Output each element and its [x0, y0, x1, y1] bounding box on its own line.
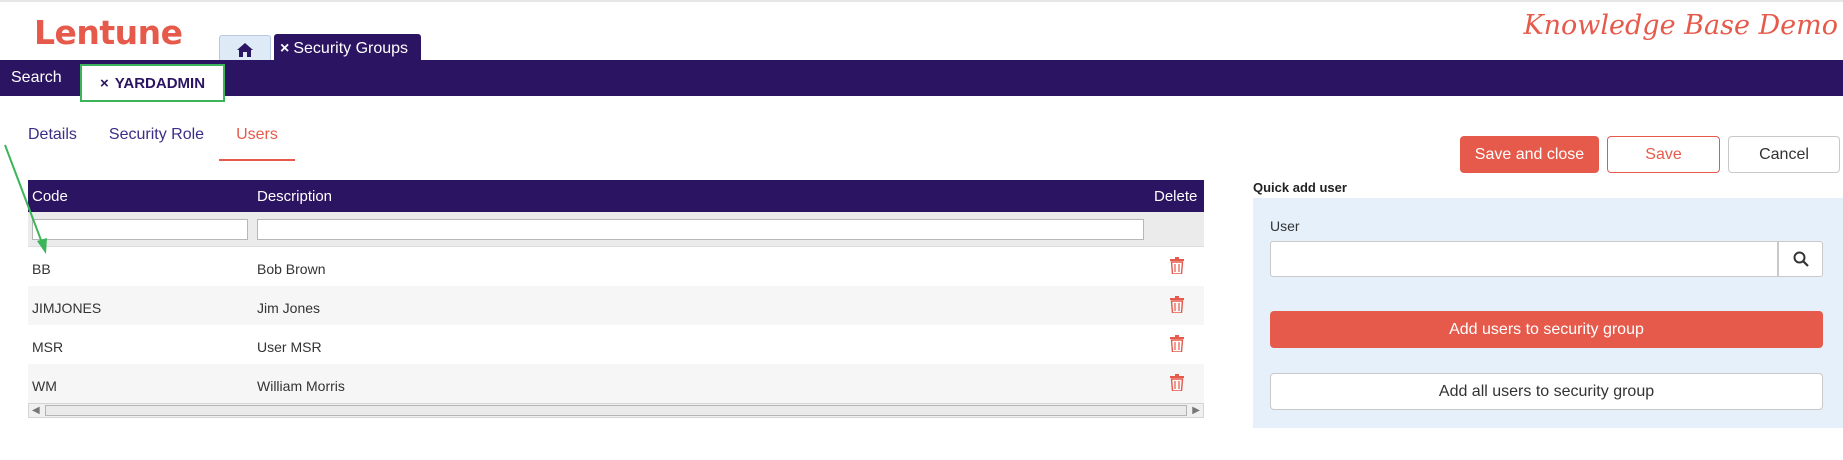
cell-description: Bob Brown — [257, 261, 326, 277]
cell-code: BB — [32, 261, 51, 277]
close-icon[interactable]: × — [280, 40, 289, 58]
nav-search-link[interactable]: Search — [11, 60, 62, 96]
code-filter-input[interactable] — [32, 219, 248, 240]
user-field-label: User — [1270, 218, 1300, 234]
column-header-delete: Delete — [1154, 188, 1198, 205]
subtab-security-role[interactable]: Security Role — [109, 125, 204, 161]
user-input[interactable] — [1270, 241, 1778, 277]
table-row[interactable]: MSR User MSR — [28, 325, 1204, 364]
column-header-description[interactable]: Description — [257, 188, 332, 205]
tab-yardadmin[interactable]: × YARDADMIN — [80, 64, 225, 102]
cell-description: Jim Jones — [257, 300, 321, 316]
tab-label: Security Groups — [293, 39, 409, 57]
subtab-users[interactable]: Users — [219, 125, 295, 161]
close-icon[interactable]: × — [100, 75, 109, 92]
table-row[interactable]: BB Bob Brown — [28, 247, 1204, 286]
app-logo[interactable]: Lentune — [34, 13, 183, 52]
tab-security-groups[interactable]: × Security Groups — [274, 34, 421, 63]
table-row[interactable]: JIMJONES Jim Jones — [28, 286, 1204, 325]
home-icon — [237, 42, 253, 57]
grid-header: Code Description Delete — [28, 180, 1204, 212]
description-filter-input[interactable] — [257, 219, 1144, 240]
cell-code: JIMJONES — [32, 300, 102, 316]
grid-body: BB Bob Brown JIMJONES Jim Jones MSR User… — [28, 247, 1204, 403]
tab-label: YARDADMIN — [114, 74, 206, 92]
search-icon — [1793, 251, 1809, 267]
subtab-bar: Details Security Role Users — [28, 125, 327, 161]
horizontal-scrollbar[interactable]: ◀ ▶ — [28, 403, 1204, 418]
demo-banner: Knowledge Base Demo — [1523, 10, 1838, 41]
cell-description: William Morris — [257, 378, 345, 394]
user-search-button[interactable] — [1778, 241, 1823, 277]
users-grid: Code Description Delete BB Bob Brown JIM… — [28, 180, 1204, 403]
add-users-button[interactable]: Add users to security group — [1270, 311, 1823, 348]
annotation-arrow-icon — [4, 144, 47, 254]
scroll-right-icon[interactable]: ▶ — [1192, 405, 1200, 416]
cell-description: User MSR — [257, 339, 322, 355]
quick-add-title: Quick add user — [1253, 180, 1347, 195]
cell-code: WM — [32, 378, 57, 394]
trash-icon[interactable] — [1170, 374, 1184, 391]
save-and-close-button[interactable]: Save and close — [1460, 136, 1599, 173]
top-border — [0, 0, 1843, 2]
navbar — [0, 60, 1843, 96]
trash-icon[interactable] — [1170, 257, 1184, 274]
cell-code: MSR — [32, 339, 64, 355]
quick-add-panel: User Add users to security group Add all… — [1253, 198, 1843, 428]
add-all-users-button[interactable]: Add all users to security group — [1270, 373, 1823, 410]
scrollbar-thumb[interactable] — [45, 405, 1187, 416]
filter-row — [28, 212, 1204, 247]
home-tab[interactable] — [219, 35, 271, 63]
scroll-left-icon[interactable]: ◀ — [32, 405, 40, 416]
table-row[interactable]: WM William Morris — [28, 364, 1204, 403]
cancel-button[interactable]: Cancel — [1728, 136, 1840, 173]
trash-icon[interactable] — [1170, 296, 1184, 313]
trash-icon[interactable] — [1170, 335, 1184, 352]
save-button[interactable]: Save — [1607, 136, 1720, 173]
